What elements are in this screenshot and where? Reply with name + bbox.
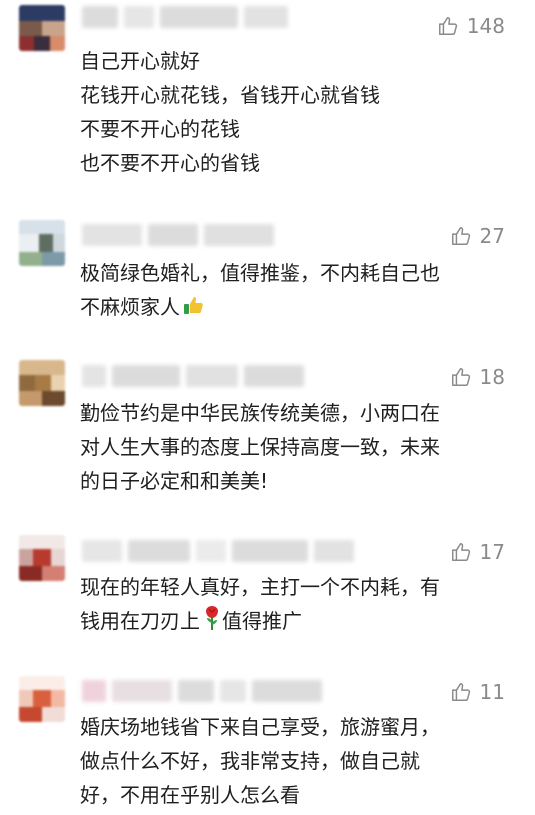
comment-text: 勤俭节约是中华民族传统美德，小两口在 对人生大事的态度上保持高度一致，未来 的日… bbox=[80, 401, 440, 493]
thumbs-up-emoji bbox=[182, 293, 206, 327]
comment-text: 自己开心就好 花钱开心就花钱，省钱开心就省钱 不要不开心的花钱 也不要不开心的省… bbox=[80, 49, 380, 175]
like-count: 148 bbox=[466, 14, 505, 38]
like-button[interactable]: 148 bbox=[437, 14, 505, 38]
like-count: 11 bbox=[479, 680, 505, 704]
thumbs-up-outline-icon bbox=[450, 366, 472, 388]
username-blurred[interactable] bbox=[82, 365, 304, 387]
thumbs-up-outline-icon bbox=[437, 15, 459, 37]
thumbs-up-outline-icon bbox=[450, 225, 472, 247]
like-button[interactable]: 11 bbox=[450, 680, 505, 704]
like-count: 17 bbox=[479, 540, 505, 564]
avatar[interactable] bbox=[19, 360, 65, 406]
username-blurred[interactable] bbox=[82, 540, 354, 562]
like-button[interactable]: 17 bbox=[450, 540, 505, 564]
thumbs-up-outline-icon bbox=[450, 681, 472, 703]
comment-text: 极简绿色婚礼，值得推鉴，不内耗自己也 不麻烦家人 bbox=[80, 256, 510, 327]
like-count: 27 bbox=[479, 224, 505, 248]
comment-text: 婚庆场地钱省下来自己享受，旅游蜜月， 做点什么不好，我非常支持，做自己就 好，不… bbox=[80, 715, 440, 807]
like-button[interactable]: 27 bbox=[450, 224, 505, 248]
avatar[interactable] bbox=[19, 676, 65, 722]
avatar[interactable] bbox=[19, 535, 65, 581]
username-blurred[interactable] bbox=[82, 680, 322, 702]
comment-text: 现在的年轻人真好，主打一个不内耗，有 钱用在刀刃上 值得推广 bbox=[80, 570, 510, 641]
thumbs-up-outline-icon bbox=[450, 541, 472, 563]
username-blurred[interactable] bbox=[82, 224, 274, 246]
rose-emoji bbox=[202, 605, 222, 641]
like-button[interactable]: 18 bbox=[450, 365, 505, 389]
avatar[interactable] bbox=[19, 220, 65, 266]
like-count: 18 bbox=[479, 365, 505, 389]
avatar[interactable] bbox=[19, 5, 65, 51]
username-blurred[interactable] bbox=[82, 6, 288, 28]
